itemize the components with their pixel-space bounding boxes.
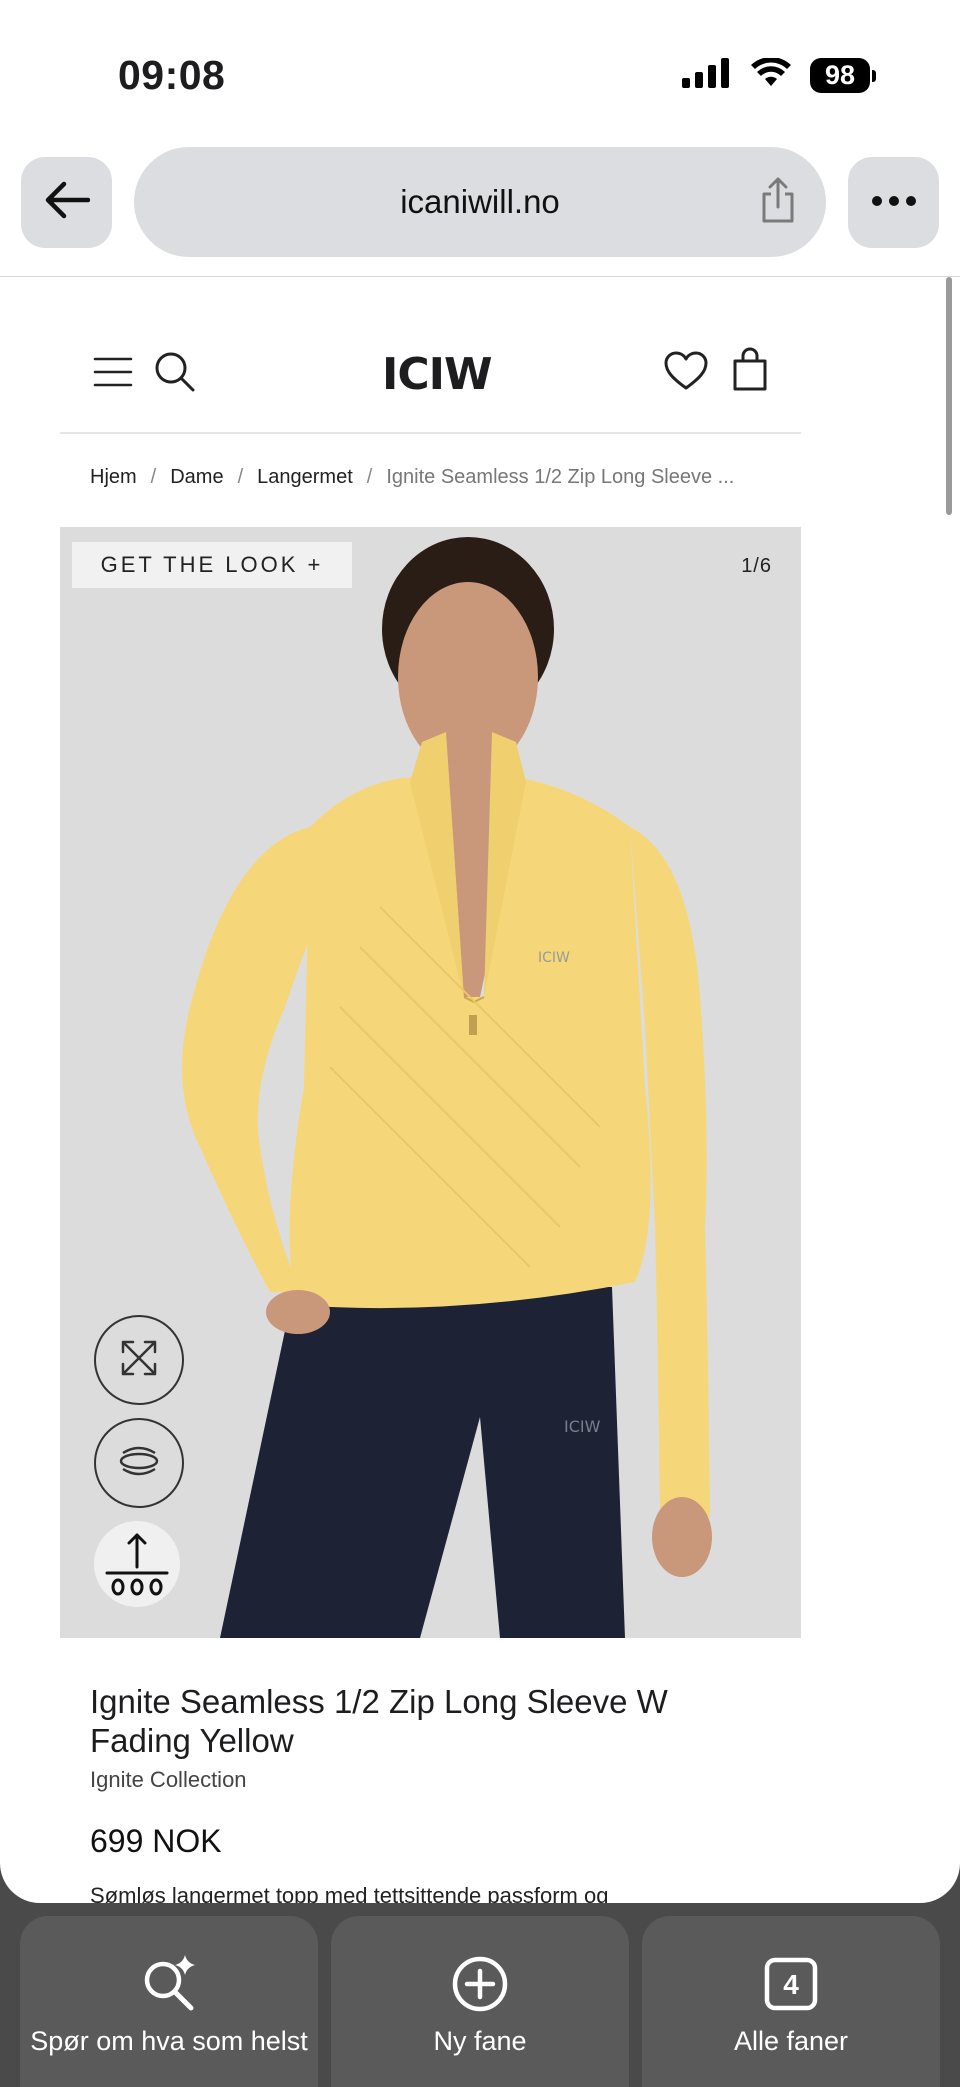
- breadcrumb-separator: /: [237, 466, 244, 488]
- rotate-360-icon: [117, 1443, 161, 1484]
- wifi-icon: [750, 57, 792, 93]
- back-button[interactable]: [21, 157, 112, 248]
- search-icon[interactable]: [154, 351, 196, 398]
- pants-logo: ICIW: [564, 1417, 601, 1436]
- address-bar[interactable]: icaniwill.no: [134, 147, 826, 257]
- new-tab-button[interactable]: Ny fane: [331, 1916, 629, 2087]
- browser-chrome: 09:08 98 icaniwill.no: [0, 0, 960, 277]
- product-title-line2: Fading Yellow: [90, 1722, 294, 1759]
- rotate-360-button[interactable]: [94, 1418, 184, 1508]
- product-title-line1: Ignite Seamless 1/2 Zip Long Sleeve W: [90, 1683, 668, 1720]
- breadcrumb-dame[interactable]: Dame: [170, 466, 223, 488]
- size-height-icon: [102, 1527, 172, 1602]
- get-the-look-button[interactable]: GET THE LOOK +: [72, 542, 352, 588]
- url-text: icaniwill.no: [400, 183, 560, 220]
- tabs-count: 4: [783, 1969, 799, 2000]
- web-page[interactable]: ICIW Hjem / Dame / Langermet / Ignite Seamless…: [0, 277, 960, 1903]
- expand-icon: [119, 1338, 159, 1383]
- all-tabs-button[interactable]: 4 Alle faner: [642, 1916, 940, 2087]
- shirt-logo: ICIW: [538, 950, 570, 966]
- status-time: 09:08: [118, 52, 226, 98]
- all-tabs-label: Alle faner: [733, 2026, 849, 2056]
- more-options-button[interactable]: [848, 157, 939, 248]
- product-collection[interactable]: Ignite Collection: [90, 1767, 247, 1793]
- site-logo[interactable]: ICIW: [382, 349, 493, 400]
- ask-anything-label: Spør om hva som helst: [30, 2026, 308, 2056]
- browser-bottom-bar: Spør om hva som helst Ny fane 4 Alle fan…: [0, 1903, 960, 2087]
- breadcrumb-separator: /: [150, 466, 157, 488]
- image-counter: 1/6: [741, 555, 772, 577]
- breadcrumb: Hjem / Dame / Langermet / Ignite Seamless 1/2 …: [90, 466, 734, 489]
- breadcrumb-current: Ignite Seamless 1/2 Zip Long Sleeve ...: [386, 466, 735, 488]
- breadcrumb-home[interactable]: Hjem: [90, 466, 137, 488]
- breadcrumb-langermet[interactable]: Langermet: [257, 466, 353, 488]
- menu-icon[interactable]: [93, 357, 133, 392]
- ask-anything-tab[interactable]: Spør om hva som helst: [20, 1916, 318, 2087]
- site-header: ICIW: [60, 277, 801, 434]
- battery-cap: [872, 69, 876, 82]
- status-icons: 98: [682, 57, 876, 93]
- sparkle-search-icon: [138, 1953, 200, 2015]
- plus-circle-icon: [451, 1953, 509, 2015]
- fullscreen-button[interactable]: [94, 1315, 184, 1405]
- scrollbar[interactable]: [946, 277, 952, 515]
- product-price: 699 NOK: [90, 1823, 222, 1859]
- product-gallery[interactable]: ICIW ICIW GET THE LOOK + 1/6: [60, 527, 801, 1638]
- new-tab-label: Ny fane: [433, 2026, 527, 2056]
- battery-indicator: 98: [810, 58, 870, 93]
- arrow-left-icon: [44, 180, 90, 225]
- breadcrumb-separator: /: [366, 466, 373, 488]
- share-button[interactable]: [758, 177, 798, 230]
- tabs-count-icon: 4: [764, 1953, 818, 2015]
- shopping-bag-icon[interactable]: [732, 347, 768, 396]
- product-description: Sømløs langermet topp med tettsittende p…: [90, 1883, 609, 1903]
- heart-icon[interactable]: [664, 351, 708, 396]
- ellipsis-icon: [871, 194, 917, 212]
- size-guide-button[interactable]: [94, 1521, 180, 1607]
- share-icon: [758, 177, 798, 229]
- signal-icon: [682, 58, 732, 93]
- product-title: Ignite Seamless 1/2 Zip Long Sleeve W Fa…: [90, 1682, 790, 1760]
